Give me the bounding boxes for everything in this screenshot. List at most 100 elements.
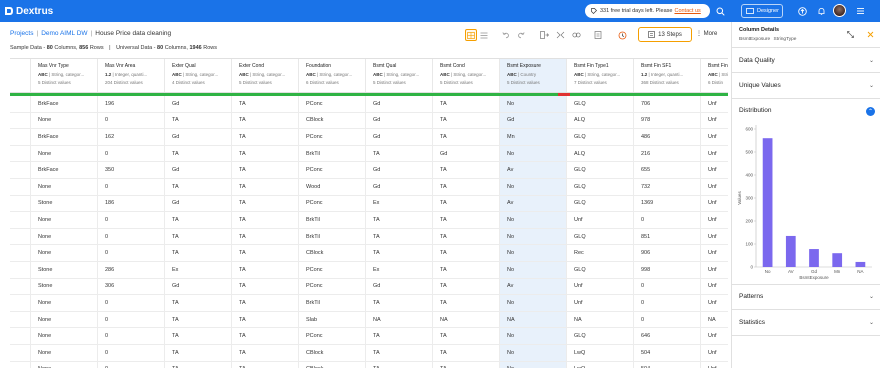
- table-cell[interactable]: No: [500, 344, 567, 361]
- row-index-cell[interactable]: [10, 96, 31, 112]
- table-row[interactable]: BrkFace 196 Gd TA PConc Gd TA No GLQ 706 Unf: [10, 96, 728, 113]
- table-cell[interactable]: TA: [232, 112, 299, 129]
- row-index-cell[interactable]: [10, 112, 31, 129]
- table-cell[interactable]: TA: [165, 344, 232, 361]
- table-cell[interactable]: GLQ: [567, 162, 634, 178]
- table-row[interactable]: None 0 TA TA CBlock Gd TA Gd ALQ 978 Unf: [10, 112, 728, 130]
- section-unique-values[interactable]: Unique Values ⌄: [732, 73, 880, 99]
- table-cell[interactable]: Ex: [366, 261, 433, 278]
- table-cell[interactable]: TA: [232, 261, 299, 278]
- table-cell[interactable]: TA: [232, 278, 299, 295]
- table-cell[interactable]: TA: [433, 361, 500, 368]
- table-cell[interactable]: None: [31, 295, 98, 311]
- table-cell[interactable]: TA: [433, 129, 500, 145]
- section-patterns[interactable]: Patterns ⌄: [732, 285, 880, 310]
- table-cell[interactable]: CBlock: [299, 112, 366, 129]
- table-cell[interactable]: Gd: [433, 145, 500, 162]
- table-row[interactable]: BrkFace 350 Gd TA PConc Gd TA Av GLQ 655 Unf: [10, 162, 728, 179]
- column-header[interactable]: Mas Vnr Type ABC | String, categor... 5 Di…: [31, 59, 98, 92]
- table-cell[interactable]: Unf: [701, 279, 728, 295]
- table-cell[interactable]: Mn: [500, 129, 567, 145]
- table-cell[interactable]: Gd: [366, 129, 433, 145]
- table-cell[interactable]: TA: [165, 145, 232, 162]
- row-index-cell[interactable]: [10, 261, 31, 278]
- table-cell[interactable]: TA: [232, 228, 299, 245]
- table-cell[interactable]: BrkFace: [31, 129, 98, 145]
- bell-icon[interactable]: [815, 5, 827, 17]
- section-statistics[interactable]: Statistics ⌄: [732, 310, 880, 336]
- table-cell[interactable]: None: [31, 178, 98, 195]
- table-cell[interactable]: TA: [433, 162, 500, 178]
- table-cell[interactable]: BrkTil: [299, 295, 366, 311]
- table-cell[interactable]: 906: [634, 245, 701, 261]
- table-cell[interactable]: Av: [500, 162, 567, 178]
- table-cell[interactable]: Gd: [366, 96, 433, 112]
- table-cell[interactable]: 706: [634, 96, 701, 112]
- table-cell[interactable]: Unf: [567, 295, 634, 311]
- table-cell[interactable]: Ex: [366, 195, 433, 212]
- table-cell[interactable]: TA: [232, 245, 299, 261]
- table-cell[interactable]: PConc: [299, 328, 366, 344]
- column-header[interactable]: Bsmt Qual ABC | String, categor... 5 Disti…: [366, 59, 433, 92]
- column-header[interactable]: Exter Cond ABC | String, categor... 5 Dist…: [232, 59, 299, 92]
- table-cell[interactable]: TA: [232, 129, 299, 145]
- table-cell[interactable]: TA: [232, 311, 299, 328]
- table-cell[interactable]: Unf: [701, 113, 728, 129]
- table-cell[interactable]: NA: [701, 312, 728, 328]
- table-cell[interactable]: 646: [634, 328, 701, 344]
- table-cell[interactable]: Gd: [366, 178, 433, 195]
- table-row[interactable]: Stone 286 Ex TA PConc Ex TA No GLQ 998 Unf: [10, 261, 728, 279]
- table-row[interactable]: None 0 TA TA BrkTil TA TA No Unf 0 Unf: [10, 295, 728, 312]
- table-cell[interactable]: No: [500, 245, 567, 261]
- app-logo[interactable]: Dextrus: [4, 6, 53, 17]
- row-index-cell[interactable]: [10, 228, 31, 245]
- user-avatar[interactable]: [833, 4, 846, 17]
- table-cell[interactable]: TA: [433, 212, 500, 228]
- table-cell[interactable]: TA: [165, 328, 232, 344]
- row-index-cell[interactable]: [10, 278, 31, 295]
- upload-icon[interactable]: [796, 5, 808, 17]
- table-cell[interactable]: Ex: [165, 261, 232, 278]
- table-cell[interactable]: Stone: [31, 278, 98, 295]
- column-header[interactable]: Bsmt Fin ABC | String 6 Distin: [701, 59, 728, 92]
- table-cell[interactable]: None: [31, 228, 98, 245]
- table-cell[interactable]: 0: [98, 344, 165, 361]
- column-header[interactable]: Bsmt Fin Type1 ABC | String, categor... 7 …: [567, 59, 634, 92]
- row-index-cell[interactable]: [10, 328, 31, 344]
- table-cell[interactable]: 216: [634, 145, 701, 162]
- table-cell[interactable]: 732: [634, 178, 701, 195]
- table-cell[interactable]: Stone: [31, 261, 98, 278]
- table-cell[interactable]: 0: [98, 361, 165, 368]
- table-cell[interactable]: Gd: [500, 112, 567, 129]
- table-cell[interactable]: TA: [433, 344, 500, 361]
- table-cell[interactable]: No: [500, 228, 567, 245]
- table-cell[interactable]: Unf: [701, 262, 728, 278]
- document-icon[interactable]: [592, 29, 604, 41]
- table-cell[interactable]: No: [500, 295, 567, 311]
- table-cell[interactable]: BrkTil: [299, 145, 366, 162]
- table-cell[interactable]: 998: [634, 261, 701, 278]
- table-row[interactable]: Stone 306 Gd TA PConc Gd TA Av Unf 0 Unf: [10, 278, 728, 296]
- table-cell[interactable]: TA: [232, 344, 299, 361]
- table-cell[interactable]: TA: [232, 145, 299, 162]
- table-cell[interactable]: PConc: [299, 278, 366, 295]
- table-cell[interactable]: 504: [634, 361, 701, 368]
- table-cell[interactable]: Gd: [366, 278, 433, 295]
- breadcrumb-project[interactable]: Demo AIML DW: [41, 30, 87, 37]
- table-cell[interactable]: None: [31, 212, 98, 228]
- table-cell[interactable]: 851: [634, 228, 701, 245]
- table-cell[interactable]: No: [500, 145, 567, 162]
- table-cell[interactable]: TA: [366, 212, 433, 228]
- table-cell[interactable]: 162: [98, 129, 165, 145]
- table-row[interactable]: None 0 TA TA Slab NA NA NA NA 0 NA: [10, 311, 728, 329]
- table-row[interactable]: None 0 TA TA BrkTil TA TA No Unf 0 Unf: [10, 212, 728, 229]
- table-cell[interactable]: No: [500, 178, 567, 195]
- table-cell[interactable]: TA: [433, 195, 500, 212]
- row-index-cell[interactable]: [10, 361, 31, 368]
- table-cell[interactable]: 486: [634, 129, 701, 145]
- table-row[interactable]: None0TATACBlockTATANoLwQ504Unf: [10, 361, 728, 368]
- table-cell[interactable]: No: [500, 96, 567, 112]
- table-cell[interactable]: 0: [634, 278, 701, 295]
- table-cell[interactable]: Unf: [701, 129, 728, 145]
- table-cell[interactable]: 306: [98, 278, 165, 295]
